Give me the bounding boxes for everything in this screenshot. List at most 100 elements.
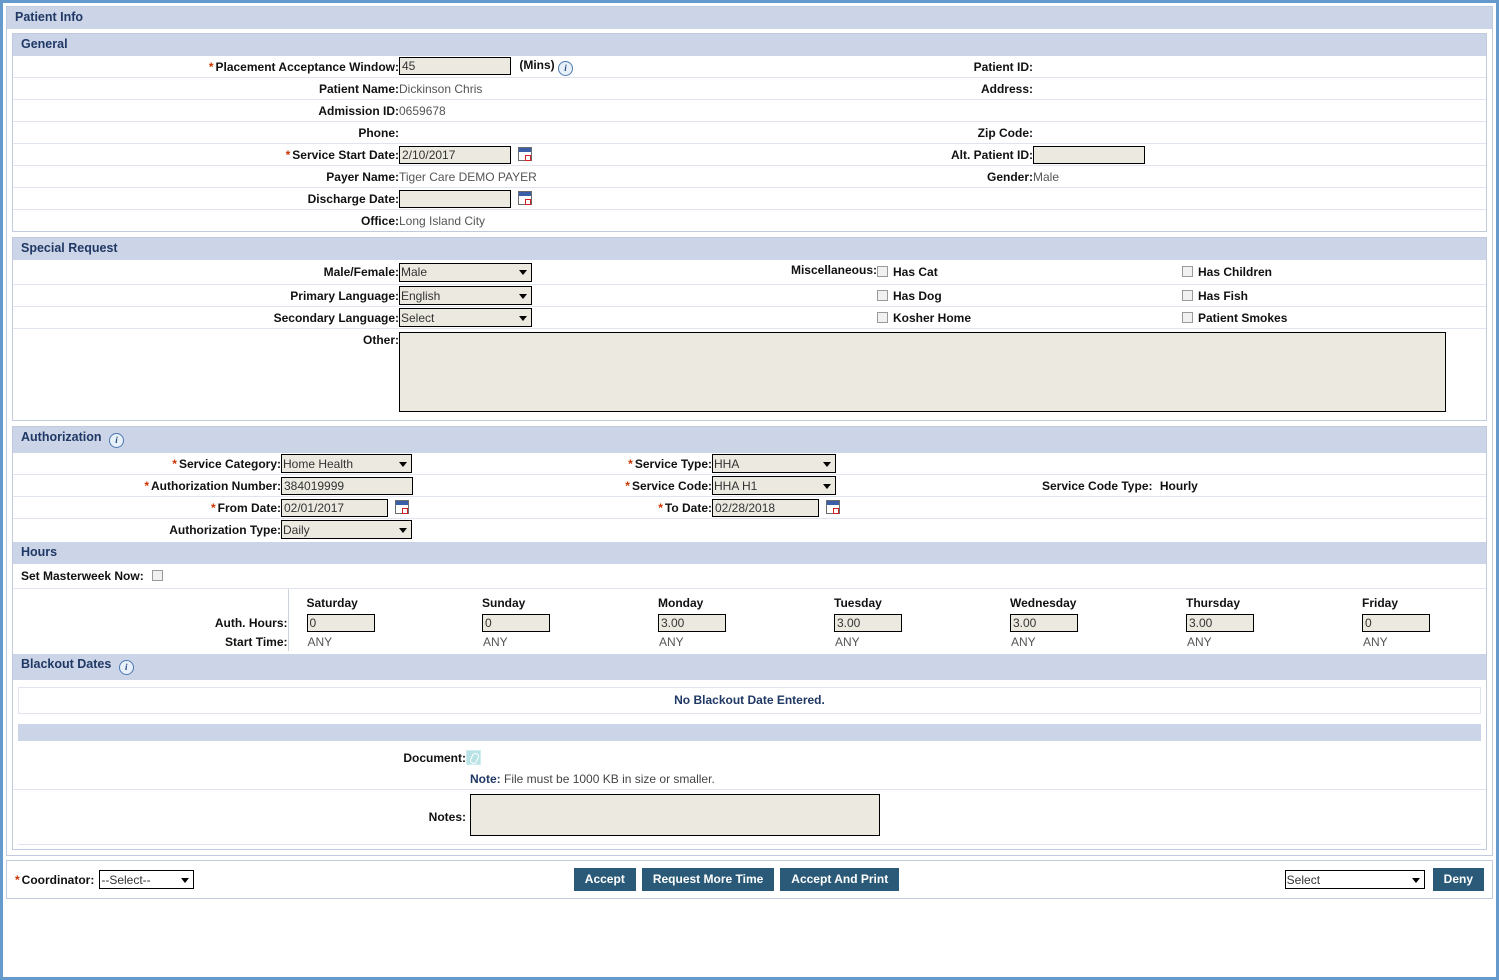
from-date-cell [281,496,581,519]
authorization-form: * Service Category: Home Health * Service … [13,453,1486,540]
table-row: Secondary Language: Select Kosher Home P… [13,306,1486,329]
special-request-form: Male/Female: Male Miscellaneous: Has Cat [13,260,1486,420]
table-row: Phone: Zip Code: [13,121,1486,144]
auth-hours-saturday-input[interactable] [306,613,375,632]
has-children-checkbox[interactable] [1182,266,1193,277]
auth-hours-tuesday-input[interactable] [834,613,902,632]
calendar-icon[interactable] [395,499,410,514]
other-textarea[interactable] [399,332,1446,412]
table-row: Discharge Date: [13,187,1486,210]
to-date-input[interactable] [712,498,819,517]
paperclip-icon[interactable] [466,750,481,765]
set-masterweek-toggle[interactable]: Set Masterweek Now: [21,569,164,583]
has-dog-checkbox[interactable] [877,289,888,301]
special-request-section: Special Request Male/Female: Male Miscel… [12,237,1487,421]
checkbox-has-fish[interactable]: Has Fish [1182,289,1248,303]
checkbox-has-dog[interactable]: Has Dog [877,289,942,303]
authorization-type-select[interactable]: Daily [281,520,412,539]
blank-cell [1032,496,1486,519]
info-icon[interactable]: i [109,433,125,448]
notes-textarea[interactable] [470,794,880,836]
alt-patient-id-input[interactable] [1033,145,1145,164]
set-masterweek-checkbox[interactable] [152,570,164,581]
service-code-select[interactable]: HHA H1 [712,476,836,495]
authorization-title-text: Authorization [21,430,102,444]
table-row: Payer Name: Tiger Care DEMO PAYER Gender… [13,165,1486,188]
office-value: Long Island City [399,213,486,228]
deny-button[interactable]: Deny [1432,868,1485,891]
admission-id-value: 0659678 [399,99,767,122]
start-time-tuesday: ANY [835,634,860,649]
to-date-cell [712,496,1032,519]
info-icon[interactable]: i [558,61,574,77]
auth-hours-thursday-input[interactable] [1186,613,1254,632]
checkbox-kosher-home[interactable]: Kosher Home [877,311,971,325]
accept-and-print-button[interactable]: Accept And Print [780,868,900,891]
auth-hours-tuesday-cell [816,613,992,632]
section-bottom-rule [18,844,1481,849]
other-label: Other: [363,333,399,347]
placement-window-unit: (Mins) [519,58,555,73]
checkbox-patient-smokes[interactable]: Patient Smokes [1182,311,1287,325]
general-section: General *Placement Acceptance Window: (M… [12,33,1487,232]
calendar-icon[interactable] [518,190,533,205]
table-row: Authorization Type: Daily [13,519,1486,541]
section-divider-bar [18,724,1481,741]
primary-language-select[interactable]: English [399,286,532,305]
secondary-language-select[interactable]: Select [399,308,532,327]
deny-reason-select[interactable]: Select [1284,870,1425,889]
secondary-language-select-wrap: Select [399,308,532,327]
payer-name-label: Payer Name: [13,165,399,188]
kosher-home-checkbox[interactable] [877,311,888,323]
calendar-icon[interactable] [518,146,533,161]
service-start-date-input[interactable] [399,145,511,164]
table-row: Primary Language: English Has Dog Has Fi… [13,284,1486,307]
checkbox-has-cat[interactable]: Has Cat [877,265,938,279]
address-line2-value [1033,99,1486,122]
has-cat-checkbox[interactable] [877,266,888,277]
document-note-row: Note: File must be 1000 KB in size or sm… [13,768,1486,790]
auth-hours-monday-input[interactable] [658,613,726,632]
day-header-sunday: Sunday [482,595,526,610]
auth-hours-saturday-cell [287,613,464,632]
notes-cell [466,790,1486,845]
misc-patient-smokes-cell: Patient Smokes [1182,306,1486,329]
auth-hours-monday-cell [640,613,816,632]
calendar-icon[interactable] [826,499,841,514]
table-row: Male/Female: Male Miscellaneous: Has Cat [13,260,1486,285]
service-type-select[interactable]: HHA [712,454,836,473]
service-code-type-cell: Service Code Type: Hourly [1032,474,1486,497]
day-header-saturday: Saturday [287,589,464,613]
discharge-date-input[interactable] [399,189,511,208]
authorization-number-input[interactable] [281,476,413,495]
blackout-empty-message: No Blackout Date Entered. [18,687,1481,714]
male-female-select[interactable]: Male [399,262,532,282]
auth-hours-friday-input[interactable] [1362,613,1430,632]
miscellaneous-label: Miscellaneous: [767,260,877,285]
placement-window-input[interactable] [399,56,511,75]
day-header-wednesday: Wednesday [1010,595,1077,610]
service-code-select-wrap: HHA H1 [712,476,836,495]
authorization-type-label: Authorization Type: [169,522,281,537]
blank-cell [1032,519,1486,541]
from-date-input[interactable] [281,498,388,517]
accept-button[interactable]: Accept [573,868,636,891]
service-code-label: * Service Code: [581,474,712,497]
coordinator-select[interactable]: --Select-- [99,870,195,889]
auth-hours-wednesday-input[interactable] [1010,613,1078,632]
checkbox-has-children[interactable]: Has Children [1182,265,1272,279]
address-label: Address: [767,77,1033,100]
blackout-dates-section-header: Blackout Dates i [13,654,1486,680]
zip-code-value [1033,121,1486,144]
patient-smokes-checkbox[interactable] [1182,311,1193,323]
request-more-time-button[interactable]: Request More Time [641,868,775,891]
blank-label [767,284,877,307]
misc-has-fish-cell: Has Fish [1182,284,1486,307]
service-category-select[interactable]: Home Health [281,454,412,473]
notes-label: Notes: [428,810,466,824]
service-start-date-label: * Service Start Date: [13,143,399,166]
info-icon[interactable]: i [118,660,134,675]
has-fish-checkbox[interactable] [1182,289,1193,301]
auth-hours-sunday-input[interactable] [482,613,550,632]
service-type-cell: HHA [712,453,1032,475]
